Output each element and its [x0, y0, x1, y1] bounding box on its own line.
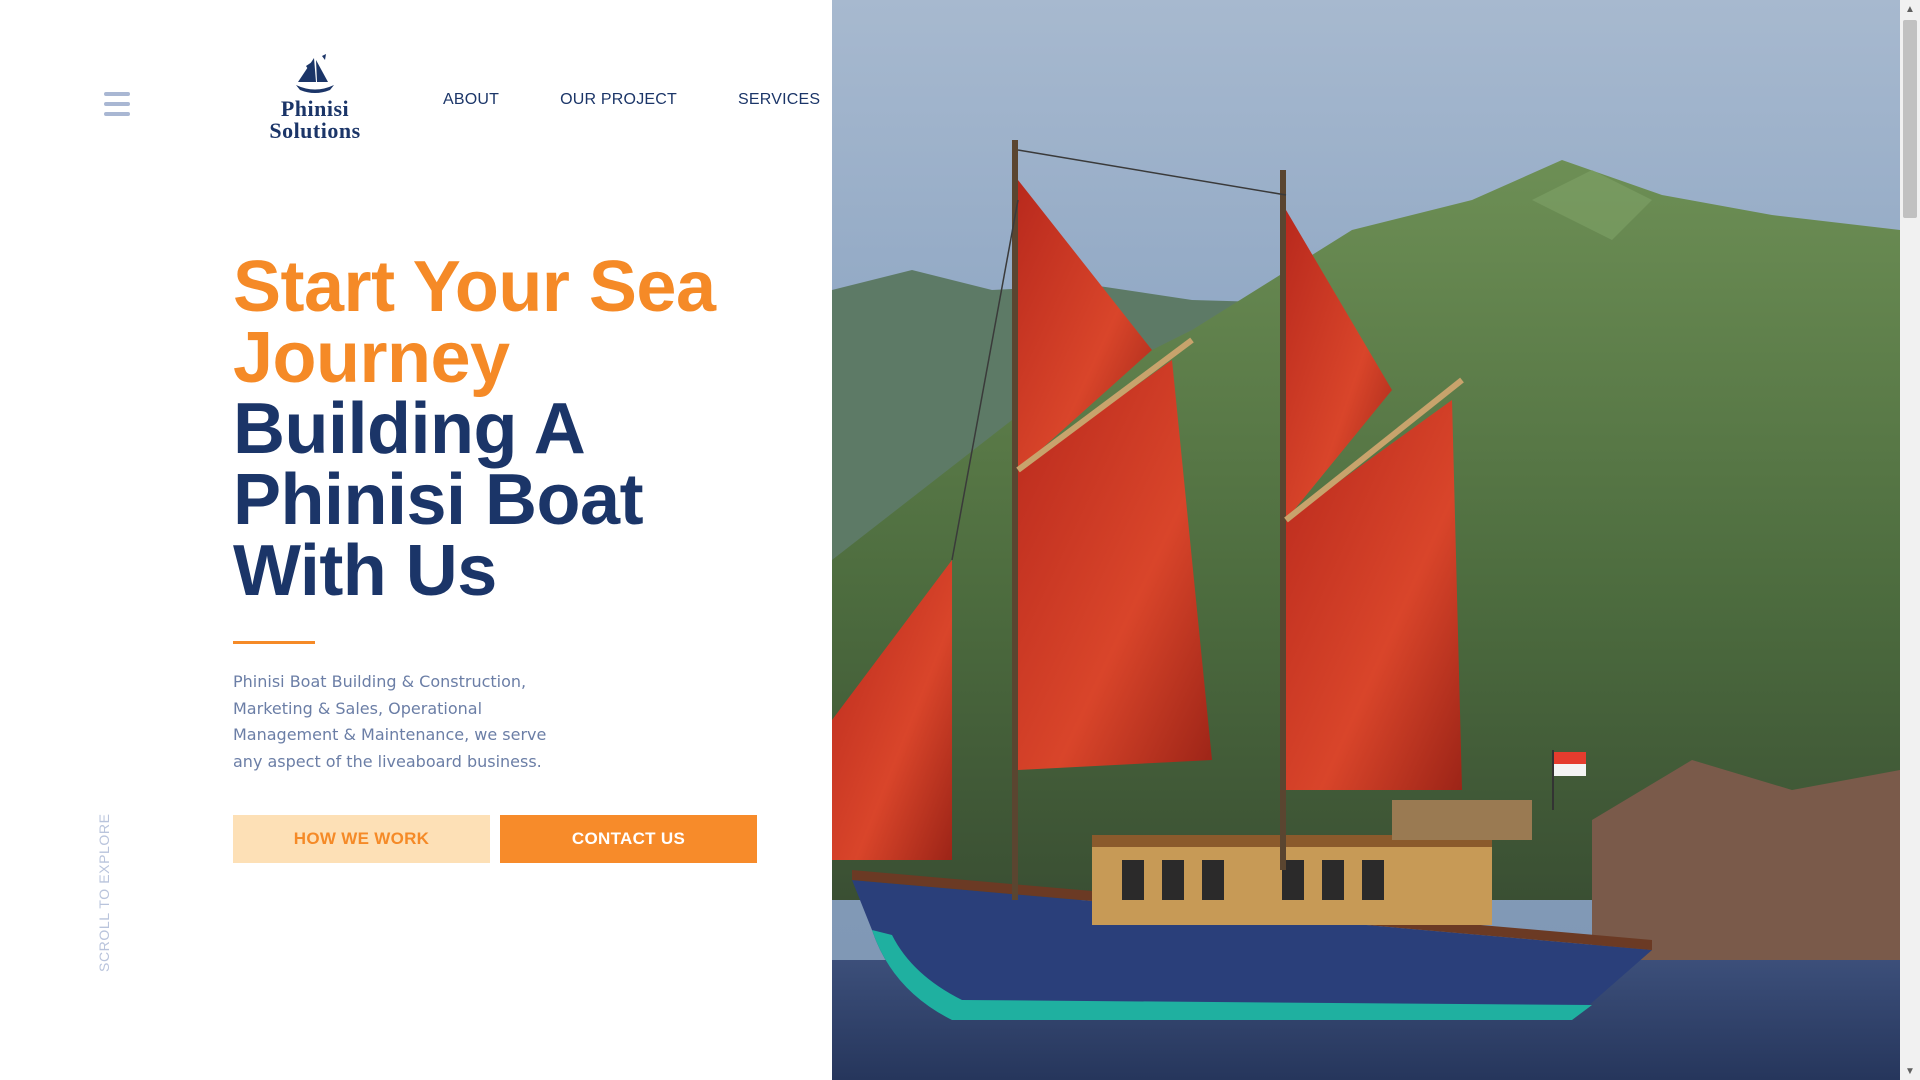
headline-navy-line1: Building A — [233, 389, 586, 469]
hero-headline: Start Your Sea Journey Building A Phinis… — [233, 247, 793, 611]
logo[interactable]: Phinisi Solutions — [244, 52, 386, 142]
hero-description: Phinisi Boat Building & Construction, Ma… — [233, 672, 547, 771]
scrollbar-thumb[interactable] — [1903, 20, 1917, 218]
nav-services[interactable]: SERVICES — [738, 91, 820, 109]
ship-sail-logo-icon — [296, 54, 334, 93]
headline-orange-line2: Journey — [233, 318, 510, 398]
logo-text-line2: Solutions — [269, 118, 361, 143]
how-we-work-button[interactable]: HOW WE WORK — [233, 815, 490, 863]
nav-our-project[interactable]: OUR PROJECT — [560, 91, 677, 109]
landing-page: Phinisi Solutions ABOUT OUR PROJECT SERV… — [0, 0, 1920, 1080]
logo-text-line1: Phinisi — [280, 96, 350, 121]
headline-orange-line1: Start Your Sea — [233, 247, 716, 327]
hamburger-menu-icon[interactable] — [104, 92, 130, 116]
nav-about[interactable]: ABOUT — [443, 91, 499, 109]
scroll-down-icon[interactable]: ▼ — [1900, 1062, 1920, 1080]
headline-divider — [233, 641, 315, 644]
main-nav: ABOUT OUR PROJECT SERVICES — [443, 91, 881, 109]
contact-us-button[interactable]: CONTACT US — [500, 815, 757, 863]
headline-navy-line3: With Us — [233, 531, 497, 611]
headline-navy-line2: Phinisi Boat — [233, 460, 644, 540]
scroll-to-explore-hint: SCROLL TO EXPLORE — [96, 813, 112, 972]
page-scrollbar[interactable]: ▲ ▼ — [1900, 0, 1920, 1080]
scroll-up-icon[interactable]: ▲ — [1900, 0, 1920, 18]
hero-illustration — [832, 0, 1900, 1080]
phinisi-boat-red-sails-photo — [832, 0, 1900, 1080]
